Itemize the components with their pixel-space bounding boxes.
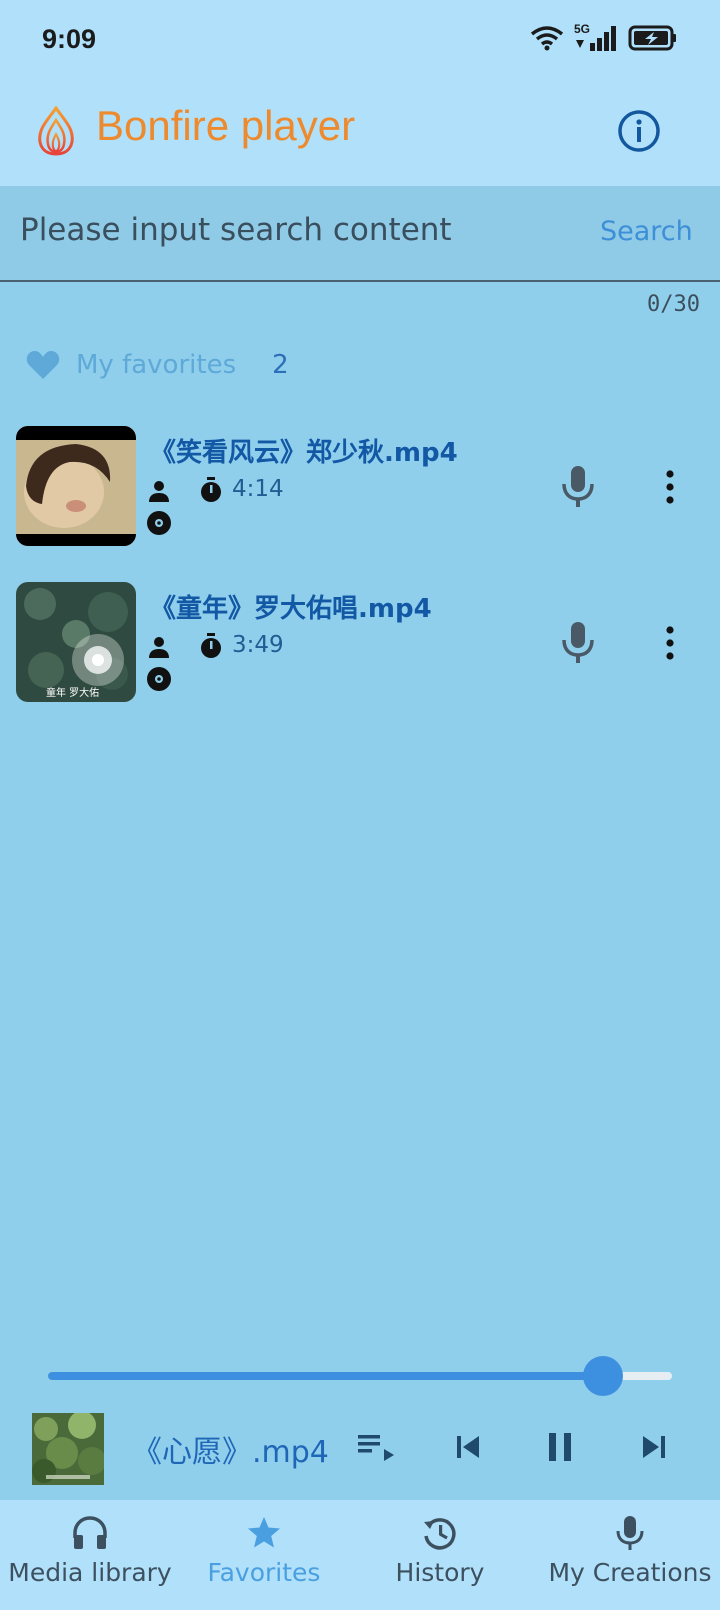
battery-charging-icon — [628, 25, 676, 51]
track-thumbnail: 童年 罗大佑 — [16, 582, 136, 702]
nav-label: Media library — [8, 1558, 172, 1587]
album-disc-icon — [147, 667, 171, 691]
pause-button[interactable] — [540, 1427, 580, 1467]
headphones-icon — [73, 1516, 107, 1549]
playback-progress-slider[interactable] — [48, 1356, 672, 1396]
playlist-button[interactable] — [356, 1427, 396, 1467]
more-options-button[interactable] — [664, 470, 676, 504]
progress-fill — [48, 1372, 604, 1380]
status-bar: 9:09 5G — [0, 0, 720, 84]
mini-player: 《心愿》.mp4 — [0, 1405, 720, 1500]
track-duration: 4:14 — [232, 476, 284, 502]
track-title: 《笑看风云》郑少秋.mp4 — [150, 438, 458, 468]
search-char-counter: 0/30 — [647, 292, 700, 317]
mic-button[interactable] — [560, 464, 596, 508]
more-options-button[interactable] — [664, 626, 676, 660]
track-thumbnail — [16, 426, 136, 546]
mic-icon — [616, 1516, 644, 1550]
track-title: 《童年》罗大佑唱.mp4 — [150, 594, 432, 624]
info-button[interactable] — [616, 108, 662, 154]
next-track-button[interactable] — [634, 1427, 674, 1467]
list-item[interactable]: 《笑看风云》郑少秋.mp4 4:14 — [16, 426, 706, 546]
timer-icon — [201, 633, 221, 658]
favorites-count: 2 — [272, 350, 289, 380]
bonfire-logo-icon — [38, 106, 74, 156]
nav-media-library[interactable]: Media library — [0, 1514, 180, 1587]
search-button[interactable]: Search — [600, 216, 693, 247]
history-icon — [424, 1518, 456, 1550]
artist-icon — [149, 637, 169, 658]
favorites-label: My favorites — [76, 350, 237, 380]
app-bar: Bonfire player — [0, 84, 720, 186]
favorites-header: My favorites 2 — [26, 350, 289, 380]
star-icon — [248, 1517, 280, 1548]
wifi-icon — [530, 26, 564, 51]
track-duration: 3:49 — [232, 632, 284, 658]
previous-track-button[interactable] — [448, 1427, 488, 1467]
nav-label: History — [395, 1558, 485, 1587]
thumbnail-caption: 童年 罗大佑 — [46, 688, 100, 699]
nav-label: My Creations — [548, 1558, 712, 1587]
nav-label: Favorites — [207, 1558, 321, 1587]
bottom-navigation: Media library Favorites History My Creat… — [0, 1500, 720, 1610]
progress-knob[interactable] — [583, 1356, 624, 1396]
search-input[interactable] — [20, 206, 580, 254]
nav-history[interactable]: History — [350, 1514, 530, 1587]
album-disc-icon — [147, 511, 171, 535]
mic-button[interactable] — [560, 620, 596, 664]
search-bar: Search — [0, 186, 720, 282]
app-title: Bonfire player — [96, 102, 356, 149]
status-time: 9:09 — [42, 24, 97, 54]
cellular-signal-icon: 5G — [574, 22, 618, 52]
list-item[interactable]: 童年 罗大佑 《童年》罗大佑唱.mp4 3:49 — [16, 582, 706, 702]
nav-my-creations[interactable]: My Creations — [540, 1514, 720, 1587]
now-playing-thumbnail[interactable] — [32, 1413, 104, 1485]
artist-icon — [149, 481, 169, 502]
timer-icon — [201, 477, 221, 502]
now-playing-title[interactable]: 《心愿》.mp4 — [132, 1427, 329, 1471]
nav-favorites[interactable]: Favorites — [174, 1514, 354, 1587]
heart-icon — [26, 351, 60, 379]
